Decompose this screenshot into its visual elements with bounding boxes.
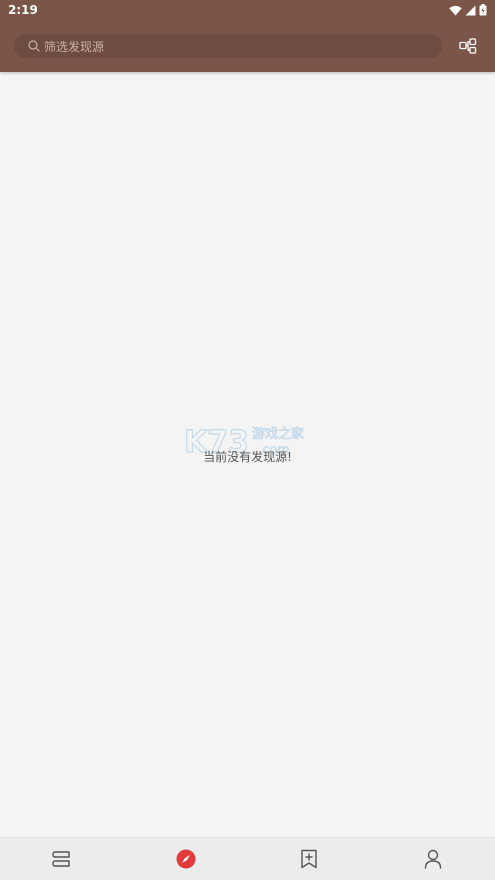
share-nodes-icon [459, 38, 477, 54]
nav-discover[interactable] [166, 839, 206, 879]
search-placeholder: 筛选发现源 [44, 39, 105, 54]
app-bar: 筛选发现源 [0, 20, 495, 72]
bookmark-add-icon [301, 849, 318, 869]
signal-icon [465, 5, 476, 15]
empty-state-message: 当前没有发现源! [203, 450, 292, 464]
svg-text:游戏之家: 游戏之家 [252, 426, 304, 442]
nav-bookshelf[interactable] [42, 839, 82, 879]
nav-profile[interactable] [413, 839, 453, 879]
search-icon [28, 40, 40, 52]
battery-icon [479, 4, 487, 16]
nav-bookmarks[interactable] [289, 839, 329, 879]
discover-content: K73 游戏之家 .com 当前没有发现源! [0, 72, 495, 837]
person-icon [424, 849, 442, 869]
bookshelf-icon [52, 851, 70, 867]
status-time: 2:19 [8, 3, 38, 17]
search-input[interactable]: 筛选发现源 [14, 34, 442, 58]
bottom-navigation [0, 837, 495, 880]
wifi-icon [449, 5, 462, 15]
status-icons [449, 4, 487, 16]
compass-icon [176, 849, 196, 869]
status-bar: 2:19 [0, 0, 495, 20]
share-button[interactable] [458, 36, 478, 56]
